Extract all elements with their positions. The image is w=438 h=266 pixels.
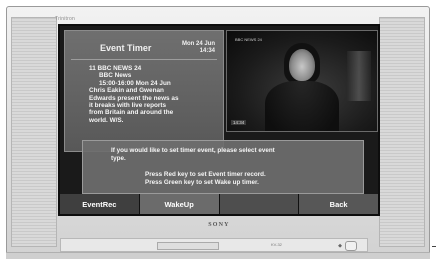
- dialog-prompt: If you would like to set timer event, pl…: [111, 147, 351, 162]
- dialog-prompt-line: type.: [111, 154, 126, 162]
- side-marker: [432, 246, 436, 247]
- program-description-line: world. W/S.: [89, 116, 124, 124]
- live-preview-video: BBC NEWS 24 14:34: [226, 30, 378, 132]
- front-controls: ◆: [338, 241, 357, 251]
- event-timer-panel: Event Timer Mon 24 Jun 14:34 11 BBC NEWS…: [64, 30, 224, 152]
- yellow-key-button[interactable]: [219, 194, 300, 214]
- studio-background: [347, 51, 371, 101]
- left-speaker-grille: [11, 17, 57, 247]
- brand-tag: Trinitron: [55, 16, 75, 22]
- indicator-icon: ◆: [338, 243, 342, 249]
- green-key-instruction: Press Green key to set Wake up timer.: [145, 178, 259, 186]
- tv-control-panel: KV-32 ◆: [60, 238, 368, 252]
- tv-base: [6, 252, 430, 259]
- presenter-face: [289, 49, 315, 81]
- program-channel: 11 BBC NEWS 24: [89, 65, 142, 72]
- presenter-body: [265, 81, 339, 131]
- program-info: 11 BBC NEWS 24 BBC News 15:00-16:00 Mon …: [89, 65, 221, 124]
- program-name: BBC News: [99, 72, 132, 80]
- channel-logo: BBC NEWS 24: [235, 37, 262, 42]
- tv-screen: Event Timer Mon 24 Jun 14:34 11 BBC NEWS…: [58, 24, 380, 216]
- dialog-prompt-line: If you would like to set timer event, pl…: [111, 147, 275, 154]
- right-speaker-grille: [379, 17, 425, 247]
- video-time-badge: 14:34: [231, 120, 247, 125]
- control-flap[interactable]: [157, 242, 219, 250]
- event-rec-button[interactable]: EventRec: [60, 194, 140, 214]
- model-tag: KV-32: [271, 242, 282, 247]
- wake-up-button[interactable]: WakeUp: [139, 194, 220, 214]
- dialog-instructions: Press Red key to set Event timer record.…: [145, 171, 266, 186]
- sony-logo: SONY: [208, 222, 230, 228]
- panel-date: Mon 24 Jun: [181, 41, 215, 47]
- program-description-line: it breaks with live reports: [89, 102, 167, 110]
- power-button[interactable]: [345, 241, 357, 251]
- panel-title: Event Timer: [100, 43, 152, 53]
- panel-divider: [71, 59, 217, 60]
- red-key-instruction: Press Red key to set Event timer record.: [145, 171, 266, 178]
- program-schedule: 15:00-16:00 Mon 24 Jun: [99, 79, 171, 87]
- back-button[interactable]: Back: [299, 194, 378, 214]
- timer-type-dialog: If you would like to set timer event, pl…: [82, 140, 364, 194]
- program-description-line: Chris Eakin and Gwenan: [89, 87, 164, 95]
- program-description-line: Edwards present the news as: [89, 94, 179, 102]
- panel-time: 14:34: [199, 48, 215, 54]
- program-description-line: from Britain and around the: [89, 109, 174, 117]
- panel-datetime: Mon 24 Jun 14:34: [182, 41, 215, 55]
- color-key-bar: EventRec WakeUp Back: [60, 194, 378, 214]
